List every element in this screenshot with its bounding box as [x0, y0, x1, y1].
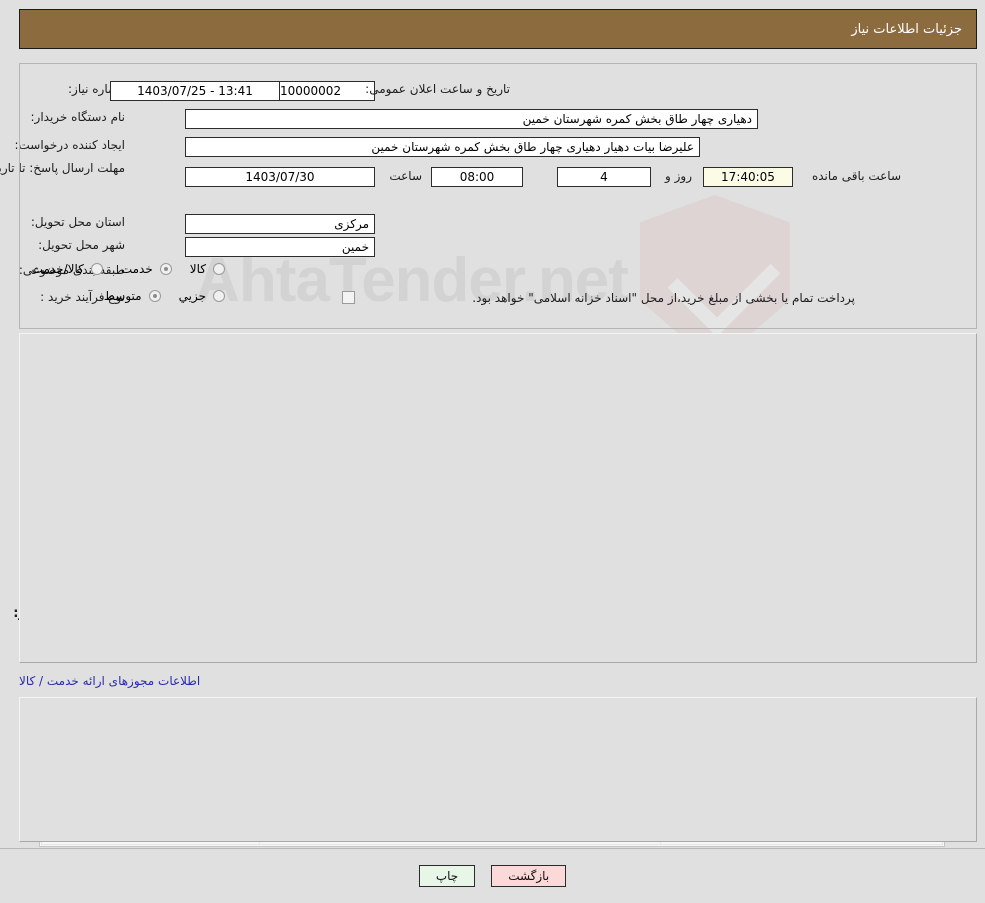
page-title-bar: جزئیات اطلاعات نیاز	[19, 9, 977, 49]
licenses-caption-wrap: اطلاعات مجوزهای ارائه خدمت / کالا	[19, 674, 977, 688]
page-title: جزئیات اطلاعات نیاز	[851, 21, 962, 37]
back-button[interactable]: بازگشت	[491, 865, 567, 887]
print-button[interactable]: چاپ	[418, 865, 476, 887]
licenses-panel	[19, 697, 977, 842]
details-panel	[19, 333, 977, 663]
need-info-panel	[19, 63, 977, 329]
footer-toolbar: بازگشت چاپ	[0, 848, 985, 903]
licenses-caption: اطلاعات مجوزهای ارائه خدمت / کالا	[19, 674, 201, 688]
